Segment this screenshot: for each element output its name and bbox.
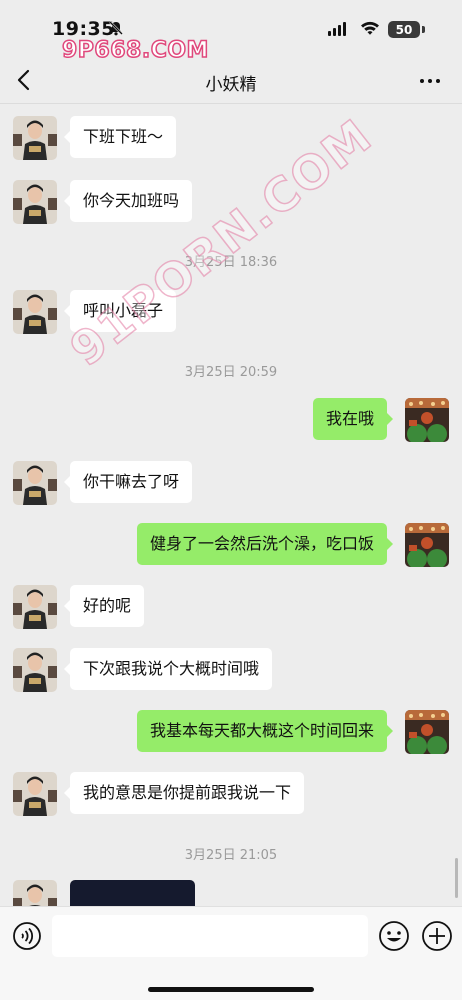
wifi-icon	[360, 20, 380, 40]
contact-avatar[interactable]	[13, 461, 57, 505]
timestamp: 3月25日 20:59	[184, 365, 278, 380]
received-message[interactable]: 你今天加班吗	[63, 180, 193, 222]
my-avatar[interactable]	[405, 523, 449, 567]
chat-area[interactable]: 下班下班～ 你今天加班吗 3月25日 18:36 呼叫小磊子 3月25日 20:…	[0, 104, 462, 906]
contact-avatar[interactable]	[13, 648, 57, 692]
sent-message[interactable]: 健身了一会然后洗个澡，吃口饭	[136, 523, 394, 565]
signal-icon	[328, 22, 346, 36]
battery-icon: 50	[388, 21, 420, 38]
bell-slash-icon	[108, 20, 124, 40]
emoji-icon[interactable]	[378, 920, 410, 956]
sent-message[interactable]: 我在哦	[312, 398, 394, 440]
status-bar: 19:35 50 9P668.COM	[0, 0, 462, 64]
sent-message[interactable]: 我基本每天都大概这个时间回来	[136, 710, 394, 752]
scrollbar[interactable]	[455, 858, 458, 898]
status-time: 19:35	[52, 18, 115, 40]
contact-avatar[interactable]	[13, 585, 57, 629]
contact-avatar[interactable]	[13, 180, 57, 224]
timestamp: 3月25日 18:36	[184, 255, 278, 270]
input-bar	[0, 906, 462, 1000]
contact-avatar[interactable]	[13, 880, 57, 906]
received-message[interactable]: 呼叫小磊子	[63, 290, 177, 332]
received-message[interactable]: 下次跟我说个大概时间哦	[63, 648, 273, 690]
home-indicator	[148, 987, 314, 992]
contact-avatar[interactable]	[13, 290, 57, 334]
contact-avatar[interactable]	[13, 116, 57, 160]
more-icon[interactable]	[420, 79, 440, 83]
received-message[interactable]: 好的呢	[63, 585, 145, 627]
received-message[interactable]: 我的意思是你提前跟我说一下	[63, 772, 305, 814]
voice-icon[interactable]	[12, 921, 42, 955]
received-message[interactable]: 你干嘛去了呀	[63, 461, 193, 503]
message-input[interactable]	[52, 915, 368, 957]
contact-avatar[interactable]	[13, 772, 57, 816]
plus-icon[interactable]	[421, 920, 453, 956]
image-message[interactable]	[70, 880, 195, 906]
my-avatar[interactable]	[405, 710, 449, 754]
received-message[interactable]: 下班下班～	[63, 116, 177, 158]
battery-tip	[422, 26, 425, 33]
timestamp: 3月25日 21:05	[184, 848, 278, 863]
my-avatar[interactable]	[405, 398, 449, 442]
chat-title: 小妖精	[205, 75, 257, 95]
chat-header: 小妖精	[0, 58, 462, 104]
